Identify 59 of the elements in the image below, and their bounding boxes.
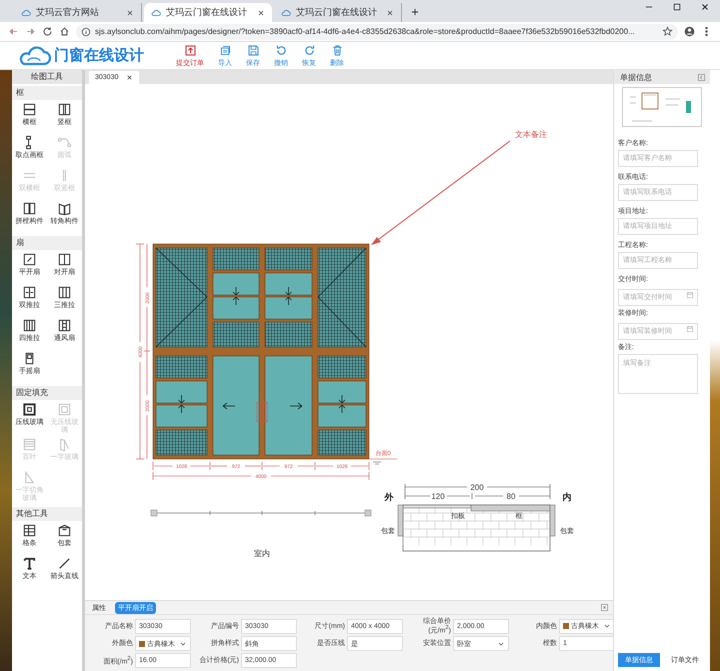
undo-icon: [274, 44, 288, 56]
trash-icon: [330, 44, 344, 56]
dimension-label: 80: [506, 492, 516, 501]
upload-icon: [184, 44, 196, 56]
maximize-icon[interactable]: [672, 2, 682, 12]
line-icon: [57, 556, 72, 571]
panel-title: 单据信息: [620, 72, 652, 82]
side-label: 内: [562, 492, 572, 502]
cloud-icon: [281, 8, 291, 18]
panel-title: 绘图工具: [12, 70, 82, 84]
cloud-logo-icon: [18, 44, 52, 68]
browser-tab[interactable]: 艾玛云门窗在线设计: [144, 3, 272, 22]
annotation-text: 文本备注: [515, 130, 547, 139]
dimension-label: 200: [470, 483, 484, 492]
close-icon[interactable]: [126, 8, 134, 16]
plus-icon[interactable]: [410, 7, 420, 17]
section-header: 其他工具: [12, 507, 82, 521]
box-icon: [57, 523, 72, 538]
close-icon[interactable]: [386, 8, 394, 16]
import-icon: [218, 44, 232, 56]
collapse-icon[interactable]: [600, 603, 609, 612]
grid-icon: [22, 523, 37, 538]
glass-icon: [57, 402, 72, 417]
address-field[interactable]: sjs.aylsonclub.com/aihm/pages/designer/?token=3890acf0-af14-4df6-a4e4-c8355d2638ca&role=store&productId=8aaee7f36e532b59016e532fbd0200...: [76, 24, 678, 40]
info-icon[interactable]: [81, 26, 91, 36]
home-icon[interactable]: [59, 26, 70, 37]
close-icon[interactable]: [700, 2, 710, 12]
section-header: 固定填充: [12, 386, 82, 400]
vent-sash-icon: [57, 318, 72, 333]
horizontal-frame-icon: [22, 102, 37, 117]
dimension-label: 120: [431, 492, 445, 501]
caption-text: 室内: [254, 549, 270, 558]
triple-sliding-icon: [57, 285, 72, 300]
corner-icon: [57, 201, 72, 216]
reload-icon[interactable]: [42, 26, 53, 37]
cloud-icon: [151, 8, 161, 18]
close-icon[interactable]: [257, 8, 265, 16]
double-casement-icon: [57, 252, 72, 267]
save-icon: [246, 44, 260, 56]
arc-icon: [57, 135, 72, 150]
quad-sliding-icon: [22, 318, 37, 333]
section-header: 框: [12, 86, 82, 100]
cloud-icon: [21, 8, 31, 18]
glass-icon: [22, 402, 37, 417]
logo-title: 门窗在线设计: [54, 46, 144, 65]
text-tool-icon: [22, 556, 37, 571]
mullion-icon: [22, 201, 37, 216]
redo-icon: [302, 44, 316, 56]
section-header: 扇: [12, 236, 82, 250]
louver-icon: [22, 437, 37, 452]
collapse-icon[interactable]: [697, 72, 706, 82]
triangle-icon: [22, 470, 37, 485]
close-icon[interactable]: [126, 74, 134, 81]
star-icon[interactable]: [662, 26, 673, 37]
account-icon[interactable]: [684, 26, 695, 37]
side-label: 外: [384, 492, 394, 502]
vertical-frame-icon: [57, 102, 72, 117]
sliding-icon: [22, 285, 37, 300]
casement-icon: [22, 252, 37, 267]
